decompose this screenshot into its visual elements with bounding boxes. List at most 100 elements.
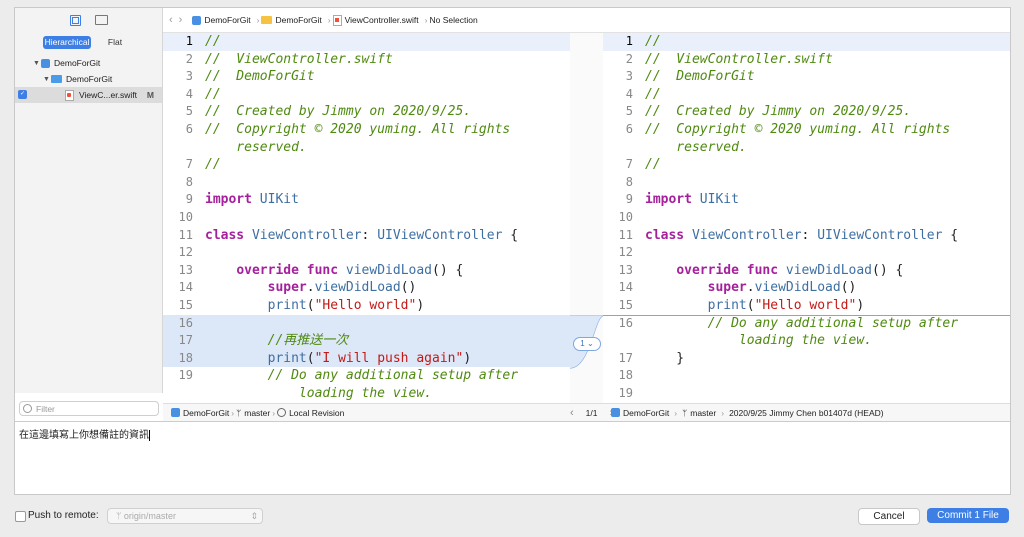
code-line: 7 //: [163, 156, 570, 174]
folder-icon[interactable]: [94, 15, 108, 25]
code-text: override func viewDidLoad() {: [676, 262, 904, 278]
breadcrumb-label: DemoForGit: [275, 15, 322, 25]
include-checkbox[interactable]: ✓: [18, 90, 27, 99]
chevron-right-icon: ›: [327, 15, 331, 25]
remote-select[interactable]: ᛘ origin/master ⇕: [107, 508, 263, 524]
chevron-down-icon: ⌄: [586, 339, 594, 348]
commit-button[interactable]: Commit 1 File: [927, 508, 1009, 523]
branch-label[interactable]: master: [690, 408, 716, 418]
repo-label: DemoForGit: [183, 407, 230, 418]
head-revision-editor[interactable]: 1 // 2 // ViewController.swift 3 // DemoForGi…: [603, 33, 1010, 403]
left-repo[interactable]: DemoForGit: [171, 408, 229, 418]
chevron-right-icon: ›: [272, 407, 276, 418]
code-text: reserved.: [205, 139, 307, 155]
swift-file-icon: [332, 14, 342, 26]
line-number: 18: [178, 350, 193, 365]
code-line: 12: [163, 244, 570, 262]
updown-chevron-icon: ⇕: [250, 511, 258, 521]
previous-change-icon[interactable]: ‹: [570, 407, 574, 419]
cancel-label: Cancel: [873, 511, 905, 522]
code-text: //: [645, 34, 661, 49]
line-number: 15: [618, 298, 633, 312]
line-number: 2: [625, 51, 633, 66]
line-number: [163, 139, 205, 157]
filter-field[interactable]: Filter: [19, 401, 159, 416]
disclosure-triangle-icon[interactable]: ▼: [33, 60, 41, 67]
code-text: // Created by Jimmy on 2020/9/25.: [645, 104, 912, 120]
breadcrumb-label: No Selection: [429, 15, 478, 25]
code-line: 10: [163, 209, 570, 227]
branch-icon: ᛘ: [682, 407, 688, 418]
code-text: super.viewDidLoad(): [267, 280, 417, 296]
line-number: [163, 385, 205, 403]
back-arrow-icon[interactable]: ‹: [169, 14, 173, 26]
tree-item-file[interactable]: ✓ ViewC...er.swift M: [15, 87, 162, 103]
cancel-button[interactable]: Cancel: [858, 508, 920, 525]
repo-label[interactable]: DemoForGit: [623, 408, 669, 418]
line-number: 19: [178, 368, 193, 383]
code-line: 13 override func viewDidLoad() {: [603, 262, 1010, 280]
tab-flat[interactable]: Flat: [91, 36, 139, 49]
project-icon: [192, 15, 202, 25]
code-line: 7 //: [603, 156, 1010, 174]
line-number: 10: [618, 210, 633, 224]
tree-item-project[interactable]: ▼ DemoForGit: [15, 55, 162, 71]
chevron-right-icon: ›: [674, 407, 678, 418]
code-text: loading the view.: [645, 333, 872, 349]
code-line: 13 override func viewDidLoad() {: [163, 262, 570, 280]
project-icon: [41, 58, 50, 68]
navigator-toolbar: [15, 8, 162, 32]
code-line: 18 print("I will push again"): [163, 349, 570, 368]
disclosure-triangle-icon[interactable]: ▼: [43, 76, 51, 83]
tree-item-label: DemoForGit: [66, 74, 113, 84]
code-line: 8: [603, 174, 1010, 192]
revision-label: Local Revision: [289, 407, 345, 418]
source-control-icon[interactable]: [69, 14, 81, 26]
code-text: //: [645, 86, 661, 102]
breadcrumb-project[interactable]: DemoForGit: [192, 15, 251, 25]
code-line: 11 class ViewController: UIViewController…: [163, 227, 570, 245]
code-line: 16: [163, 314, 570, 333]
forward-arrow-icon[interactable]: ›: [179, 14, 183, 26]
diff-change-badge[interactable]: 1 ⌄: [573, 337, 601, 351]
code-text: // ViewController.swift: [205, 51, 393, 67]
line-number: 12: [618, 245, 633, 260]
comparison-status-bar: DemoForGit › ᛘ master › Local Revision ‹…: [163, 403, 1010, 421]
breadcrumb-folder[interactable]: DemoForGit: [261, 15, 322, 25]
line-number: 7: [625, 157, 633, 172]
local-revision-editor[interactable]: 1 // 2 // ViewController.swift 3 // DemoForGi…: [163, 33, 570, 403]
code-text: }: [645, 350, 685, 366]
code-text: override func viewDidLoad() {: [236, 262, 464, 278]
code-line: 3 // DemoForGit: [603, 68, 1010, 86]
code-text: // ViewController.swift: [645, 51, 833, 67]
code-text: //: [205, 34, 221, 49]
code-text: //再推送一次: [205, 333, 349, 349]
breadcrumb-file[interactable]: ViewController.swift: [332, 14, 419, 26]
breadcrumb-selection[interactable]: No Selection: [429, 15, 477, 25]
line-number: 18: [618, 368, 633, 383]
code-line: 17 }: [603, 350, 1010, 368]
line-number: 7: [185, 157, 193, 172]
code-line: loading the view.: [603, 332, 1010, 350]
left-branch[interactable]: ᛘ master: [236, 408, 270, 418]
line-number: 9: [185, 192, 193, 207]
code-line: 15 print("Hello world"): [603, 297, 1010, 315]
tree-item-folder[interactable]: ▼ DemoForGit: [15, 71, 162, 87]
push-to-remote-checkbox[interactable]: [15, 511, 26, 522]
code-text: //: [205, 157, 221, 173]
code-text: import UIKit: [205, 192, 299, 208]
left-revision[interactable]: Local Revision: [277, 408, 344, 418]
commit-message-field[interactable]: 在這邊填寫上你想備註的資訊: [15, 421, 1010, 494]
code-line: 1 //: [603, 33, 1010, 51]
breadcrumb-label: DemoForGit: [204, 15, 251, 25]
branch-label: master: [244, 407, 271, 418]
code-line: 17 //再推送一次: [163, 332, 570, 350]
sheet-footer: Push to remote: ᛘ origin/master ⇕ Cancel…: [0, 497, 1024, 537]
revision-label[interactable]: 2020/9/25 Jimmy Chen b01407d (HEAD): [729, 408, 884, 418]
line-number: 16: [618, 315, 633, 330]
line-number: 16: [178, 315, 193, 330]
line-number: 17: [618, 350, 633, 365]
line-number: 4: [625, 86, 633, 101]
tab-hierarchical[interactable]: Hierarchical: [43, 36, 91, 49]
code-text: // Created by Jimmy on 2020/9/25.: [205, 104, 472, 120]
